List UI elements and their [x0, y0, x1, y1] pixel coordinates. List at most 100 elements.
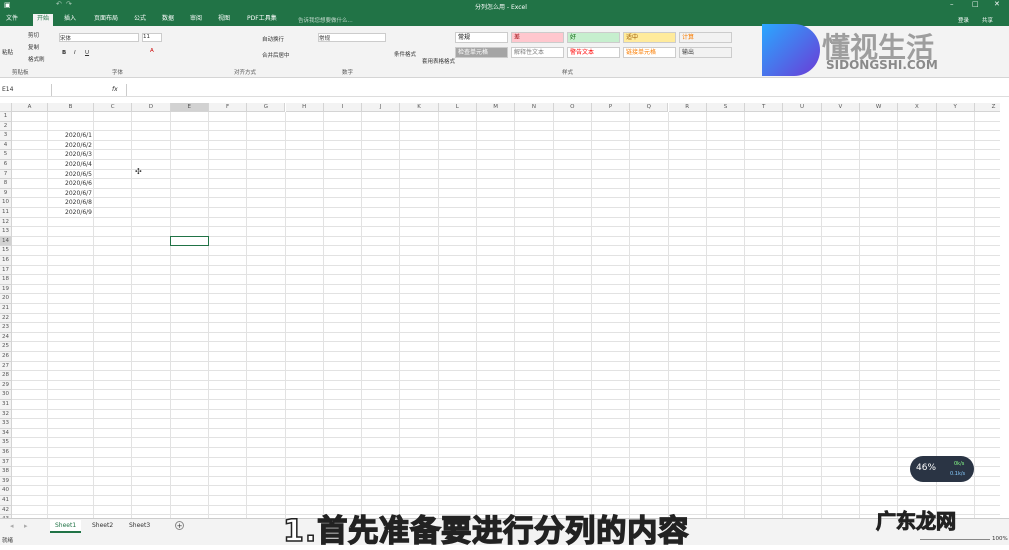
name-box[interactable]: E14: [0, 84, 52, 96]
cell-style-3[interactable]: 适中: [623, 32, 676, 43]
row-header[interactable]: 10: [0, 198, 12, 208]
row-header[interactable]: 11: [0, 208, 12, 218]
row-header[interactable]: 7: [0, 169, 12, 180]
column-header-X[interactable]: X: [898, 103, 937, 112]
sheet-tab-1[interactable]: Sheet2: [87, 520, 118, 531]
row-header[interactable]: 34: [0, 428, 12, 439]
worksheet-grid[interactable]: A B C D E F G H I J K L M N O P Q R S T U V W X Y Z 1 2 3 4 5 6 7 8 9 10 11 1…: [0, 103, 1000, 518]
cell-B9[interactable]: 2020/6/7: [48, 189, 92, 199]
row-header[interactable]: 1: [0, 112, 12, 122]
cell-style-1[interactable]: 差: [511, 32, 564, 43]
column-header-N[interactable]: N: [515, 103, 554, 112]
bold-button[interactable]: B: [62, 50, 66, 56]
merge-center-button[interactable]: 合并后居中: [262, 51, 290, 59]
redo-icon[interactable]: ↷: [66, 0, 72, 8]
font-color-icon[interactable]: A: [150, 48, 154, 54]
row-header[interactable]: 9: [0, 188, 12, 199]
row-header[interactable]: 4: [0, 140, 12, 151]
row-header[interactable]: 41: [0, 496, 12, 506]
tab-4[interactable]: 公式: [130, 14, 150, 26]
row-header[interactable]: 14: [0, 236, 12, 247]
cut-button[interactable]: 剪切: [28, 31, 39, 39]
tab-7[interactable]: 视图: [214, 14, 234, 26]
undo-icon[interactable]: ↶: [56, 0, 62, 8]
row-header[interactable]: 22: [0, 313, 12, 324]
italic-button[interactable]: I: [74, 50, 76, 56]
tab-0[interactable]: 文件: [2, 14, 22, 26]
row-header[interactable]: 24: [0, 332, 12, 343]
maximize-button[interactable]: □: [972, 0, 979, 8]
formula-input[interactable]: [126, 84, 1006, 96]
row-header[interactable]: 36: [0, 448, 12, 458]
row-header[interactable]: 12: [0, 217, 12, 228]
column-header-B[interactable]: B: [48, 103, 94, 112]
column-header-H[interactable]: H: [285, 103, 324, 112]
cell-B3[interactable]: 2020/6/1: [48, 131, 92, 141]
prev-sheet-icon[interactable]: ◂: [10, 522, 14, 530]
cell-B6[interactable]: 2020/6/4: [48, 160, 92, 170]
share-button[interactable]: 共享: [982, 16, 993, 24]
row-header[interactable]: 19: [0, 284, 12, 295]
zoom-slider[interactable]: [920, 539, 990, 540]
cell-B8[interactable]: 2020/6/6: [48, 179, 92, 189]
cell-B5[interactable]: 2020/6/3: [48, 150, 92, 160]
save-icon[interactable]: ▣: [4, 1, 11, 9]
row-header[interactable]: 16: [0, 256, 12, 266]
row-header[interactable]: 35: [0, 438, 12, 448]
column-header-E[interactable]: E: [170, 103, 209, 112]
sheet-tab-2[interactable]: Sheet3: [124, 520, 155, 531]
cell-B11[interactable]: 2020/6/9: [48, 208, 92, 218]
row-header[interactable]: 3: [0, 131, 12, 141]
cell-style-7[interactable]: 警告文本: [567, 47, 620, 58]
cell-B7[interactable]: 2020/6/5: [48, 170, 92, 180]
row-header[interactable]: 17: [0, 265, 12, 276]
row-header[interactable]: 5: [0, 150, 12, 160]
column-header-F[interactable]: F: [208, 103, 248, 112]
column-header-J[interactable]: J: [362, 103, 401, 112]
copy-button[interactable]: 复制: [28, 43, 39, 51]
sheet-tab-0[interactable]: Sheet1: [50, 520, 82, 533]
column-header-T[interactable]: T: [745, 103, 784, 112]
row-header[interactable]: 32: [0, 409, 12, 420]
column-header-S[interactable]: S: [706, 103, 746, 112]
cell-B4[interactable]: 2020/6/2: [48, 141, 92, 151]
row-header[interactable]: 8: [0, 179, 12, 189]
row-header[interactable]: 27: [0, 361, 12, 372]
cell-style-5[interactable]: 检查单元格: [455, 47, 508, 58]
row-header[interactable]: 25: [0, 342, 12, 352]
row-header[interactable]: 37: [0, 457, 12, 468]
row-header[interactable]: 15: [0, 246, 12, 256]
tab-1[interactable]: 开始: [33, 14, 54, 26]
column-header-I[interactable]: I: [323, 103, 363, 112]
row-header[interactable]: 20: [0, 294, 12, 304]
row-header[interactable]: 40: [0, 486, 12, 496]
cell-style-9[interactable]: 输出: [679, 47, 732, 58]
row-header[interactable]: 29: [0, 380, 12, 391]
signin-link[interactable]: 登录: [958, 16, 969, 24]
column-header-Z[interactable]: Z: [974, 103, 1000, 112]
row-header[interactable]: 38: [0, 467, 12, 477]
row-header[interactable]: 2: [0, 121, 12, 132]
column-header-W[interactable]: W: [860, 103, 899, 112]
column-header-C[interactable]: C: [94, 103, 133, 112]
row-header[interactable]: 30: [0, 390, 12, 400]
row-header[interactable]: 39: [0, 476, 12, 487]
tab-5[interactable]: 数据: [158, 14, 178, 26]
format-as-table-button[interactable]: 套用表格格式: [422, 57, 455, 65]
row-header[interactable]: 26: [0, 352, 12, 362]
row-header[interactable]: 18: [0, 275, 12, 285]
column-header-O[interactable]: O: [553, 103, 592, 112]
tab-2[interactable]: 插入: [60, 14, 80, 26]
close-button[interactable]: ✕: [994, 0, 1000, 8]
row-header[interactable]: 21: [0, 304, 12, 314]
selected-cell[interactable]: [169, 235, 209, 247]
underline-button[interactable]: U: [85, 50, 89, 56]
row-header[interactable]: 31: [0, 400, 12, 410]
column-header-D[interactable]: D: [132, 103, 171, 112]
next-sheet-icon[interactable]: ▸: [24, 522, 28, 530]
cell-style-8[interactable]: 链接单元格: [623, 47, 676, 58]
column-header-M[interactable]: M: [477, 103, 516, 112]
cell-B10[interactable]: 2020/6/8: [48, 198, 92, 208]
minimize-button[interactable]: –: [950, 0, 954, 8]
row-header[interactable]: 13: [0, 227, 12, 237]
